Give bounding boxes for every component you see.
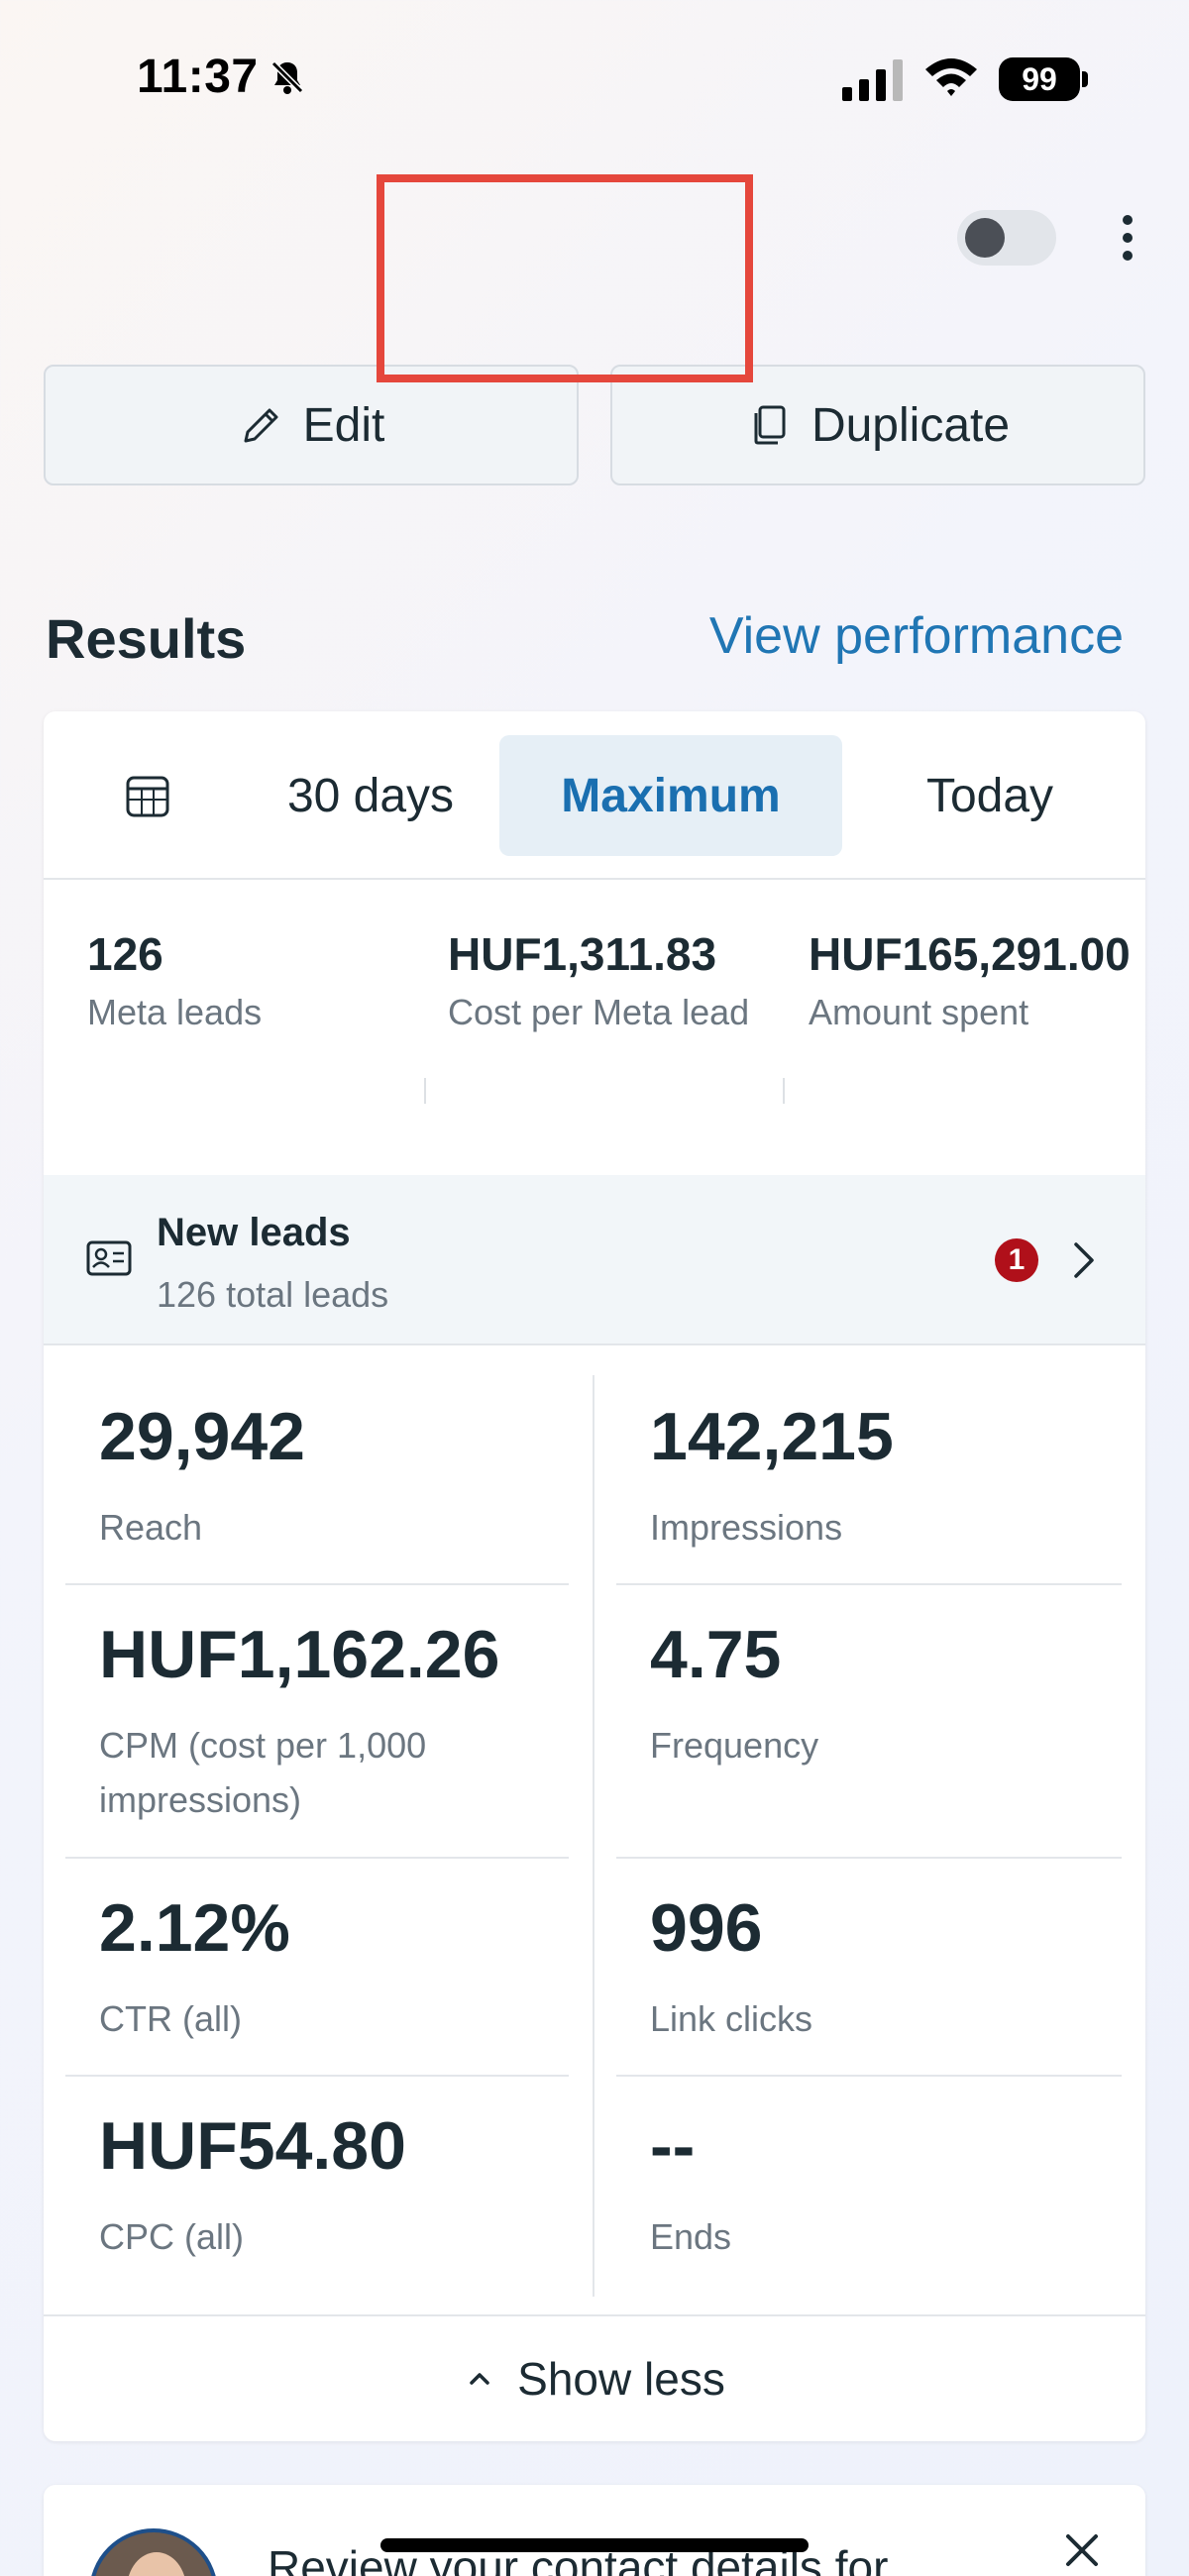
metric-value: HUF165,291.00 — [809, 928, 1131, 980]
metric-value: 2.12% — [99, 1890, 290, 1966]
metric-ends[interactable]: -- Ends — [650, 2106, 731, 2264]
bell-muted-icon — [270, 60, 304, 94]
metric-impressions[interactable]: 142,215 Impressions — [650, 1397, 894, 1555]
contact-review-card[interactable]: Review your contact details for — [44, 2485, 1145, 2576]
battery-icon: 99 — [999, 57, 1088, 101]
metric-value: -- — [650, 2108, 696, 2184]
notification-badge: 1 — [995, 1238, 1038, 1282]
duplicate-label: Duplicate — [811, 398, 1011, 452]
close-icon[interactable] — [1062, 2530, 1102, 2570]
metric-value: 142,215 — [650, 1399, 894, 1474]
new-leads-title: New leads — [157, 1211, 351, 1254]
metric-reach[interactable]: 29,942 Reach — [99, 1397, 305, 1555]
grid-divider — [593, 1375, 594, 2297]
home-indicator[interactable] — [380, 2538, 809, 2552]
metric-label: CPM (cost per 1,000 impressions) — [99, 1724, 427, 1821]
new-leads-row[interactable]: New leads 126 total leads 1 — [44, 1175, 1145, 1345]
metric-label: Reach — [99, 1506, 203, 1548]
pencil-icon — [244, 408, 278, 443]
column-divider — [783, 1078, 785, 1104]
highlight-box — [377, 174, 753, 382]
wifi-icon — [925, 58, 977, 96]
metric-label: CPC (all) — [99, 2215, 245, 2257]
new-leads-subtitle: 126 total leads — [157, 1274, 389, 1315]
summary-amount-spent[interactable]: HUF165,291.00 Amount spent — [809, 921, 1145, 1037]
calendar-icon[interactable] — [125, 773, 170, 818]
edit-label: Edit — [302, 398, 385, 452]
metric-label: Meta leads — [87, 991, 263, 1032]
row-divider — [65, 1583, 569, 1585]
chevron-up-icon — [470, 2373, 489, 2385]
show-less-button[interactable]: Show less — [44, 2314, 1145, 2441]
metric-value: HUF1,311.83 — [448, 928, 717, 980]
view-performance-link[interactable]: View performance — [709, 606, 1124, 666]
metric-value: HUF54.80 — [99, 2108, 406, 2184]
metric-label: Link clicks — [650, 1997, 813, 2039]
row-divider — [65, 2075, 569, 2077]
results-title: Results — [46, 607, 247, 670]
contact-card-icon — [86, 1240, 132, 1276]
metric-frequency[interactable]: 4.75 Frequency — [650, 1615, 818, 1772]
duplicate-icon — [754, 405, 786, 445]
column-divider — [424, 1078, 426, 1104]
row-divider — [616, 1857, 1122, 1859]
avatar — [89, 2528, 218, 2576]
toggle-knob — [965, 218, 1005, 258]
date-range-tabs: 30 days Maximum Today — [44, 711, 1145, 880]
tab-maximum[interactable]: Maximum — [499, 735, 842, 856]
metric-label: Ends — [650, 2215, 732, 2257]
metric-value: 29,942 — [99, 1399, 305, 1474]
metric-cpc[interactable]: HUF54.80 CPC (all) — [99, 2106, 406, 2264]
summary-cost-per-lead[interactable]: HUF1,311.83 Cost per Meta lead — [448, 921, 795, 1037]
summary-metrics: 126 Meta leads HUF1,311.83 Cost per Meta… — [44, 880, 1145, 1177]
metric-label: CTR (all) — [99, 1997, 242, 2039]
edit-button[interactable]: Edit — [44, 365, 579, 485]
metric-value: 126 — [87, 928, 163, 980]
status-toggle[interactable] — [957, 210, 1056, 266]
metric-label: Impressions — [650, 1506, 843, 1548]
metric-value: 996 — [650, 1890, 763, 1966]
battery-level: 99 — [999, 57, 1080, 101]
row-divider — [616, 2075, 1122, 2077]
metric-value: 4.75 — [650, 1617, 782, 1692]
summary-meta-leads[interactable]: 126 Meta leads — [87, 921, 414, 1037]
metrics-grid: 29,942 Reach 142,215 Impressions HUF1,16… — [44, 1345, 1145, 2297]
metric-ctr[interactable]: 2.12% CTR (all) — [99, 1888, 290, 2046]
row-divider — [616, 1583, 1122, 1585]
status-bar: 11:37 99 — [0, 0, 1189, 159]
metric-link-clicks[interactable]: 996 Link clicks — [650, 1888, 812, 2046]
row-divider — [65, 1857, 569, 1859]
show-less-label: Show less — [517, 2353, 725, 2405]
status-time: 11:37 — [137, 51, 259, 103]
metric-cpm[interactable]: HUF1,162.26 CPM (cost per 1,000 impressi… — [99, 1615, 565, 1828]
tab-30-days[interactable]: 30 days — [212, 735, 529, 856]
chevron-right-icon — [1074, 1242, 1094, 1278]
metric-label: Cost per Meta lead — [448, 991, 750, 1032]
metric-label: Amount spent — [809, 991, 1029, 1032]
duplicate-button[interactable]: Duplicate — [610, 365, 1145, 485]
cellular-signal-icon — [842, 59, 903, 101]
tab-today[interactable]: Today — [856, 735, 1124, 856]
metric-value: HUF1,162.26 — [99, 1617, 500, 1692]
metric-label: Frequency — [650, 1724, 819, 1766]
more-vertical-icon[interactable] — [1110, 210, 1145, 266]
results-card: 30 days Maximum Today 126 Meta leads HUF… — [44, 711, 1145, 2441]
